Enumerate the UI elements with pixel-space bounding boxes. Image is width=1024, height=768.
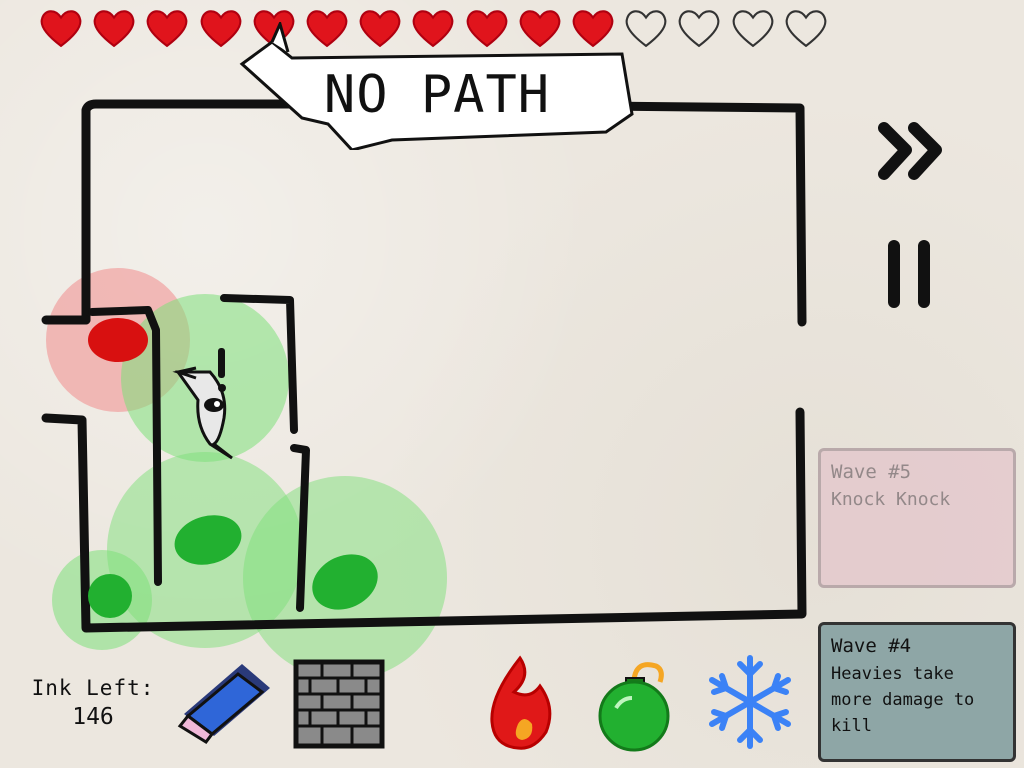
next-wave-title: Wave #5 xyxy=(831,461,912,483)
ice-tower-button[interactable] xyxy=(700,652,800,752)
next-wave-description: Knock Knock xyxy=(831,489,951,510)
ink-left-label: Ink Left: xyxy=(31,676,155,700)
ink-left-value: 146 xyxy=(72,704,114,730)
fire-icon xyxy=(490,655,552,750)
pause-button[interactable] xyxy=(878,238,942,310)
eraser-tool-button[interactable] xyxy=(172,652,280,748)
bomb-tower-button[interactable] xyxy=(590,654,676,754)
snowflake-icon xyxy=(709,655,791,749)
fast-forward-button[interactable] xyxy=(870,112,952,192)
banner-text: NO PATH xyxy=(324,65,550,125)
current-wave-card: Wave #4 Heavies take more damage to kill xyxy=(818,622,1016,762)
green-tower[interactable] xyxy=(88,574,132,618)
next-wave-card: Wave #5 Knock Knock xyxy=(818,448,1016,588)
fast-forward-icon xyxy=(878,122,942,180)
bomb-icon xyxy=(598,662,670,752)
fire-tower[interactable] xyxy=(88,318,148,362)
wall-tool-button[interactable] xyxy=(292,658,386,750)
eraser-icon xyxy=(177,664,270,744)
fire-tower-button[interactable] xyxy=(484,652,564,754)
current-wave-title: Wave #4 xyxy=(831,635,912,657)
pause-icon xyxy=(888,240,930,308)
status-banner: NO PATH xyxy=(239,22,634,150)
brick-wall-icon xyxy=(293,659,385,749)
current-wave-description: Heavies take more damage to kill xyxy=(831,664,975,736)
